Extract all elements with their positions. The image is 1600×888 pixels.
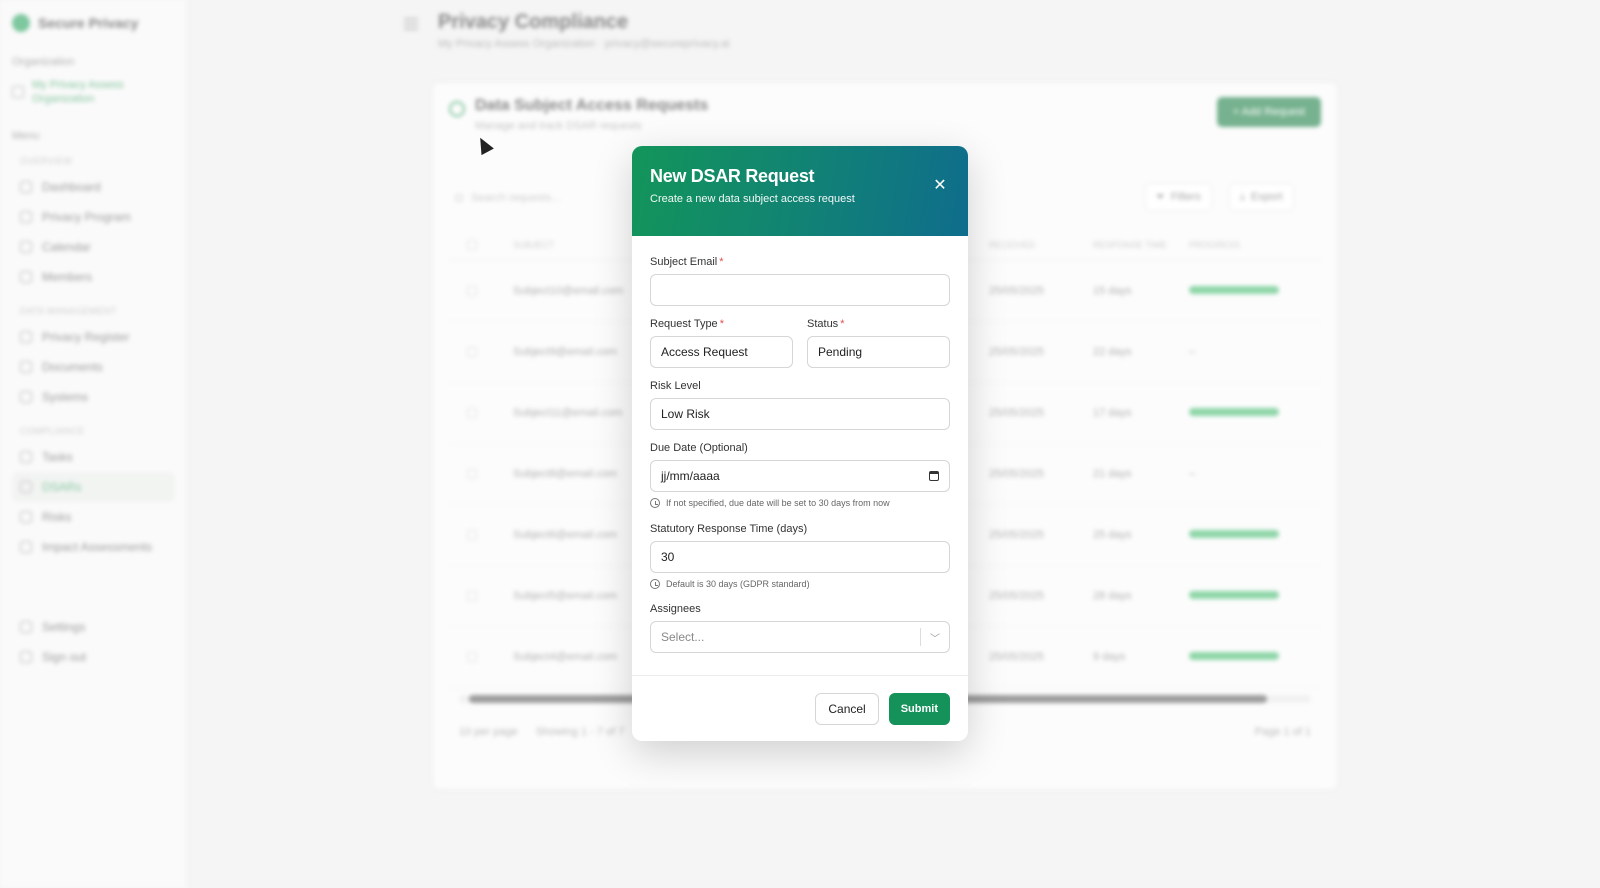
calendar-icon[interactable]: [929, 471, 939, 481]
assignees-select[interactable]: Select... ﹀: [650, 621, 950, 653]
modal-header: New DSAR Request Create a new data subje…: [632, 146, 968, 236]
cancel-button[interactable]: Cancel: [815, 692, 879, 725]
modal-title: New DSAR Request: [650, 166, 815, 186]
subject-email-field[interactable]: [650, 274, 950, 306]
due-date-hint: If not specified, due date will be set t…: [650, 498, 950, 508]
clock-icon: [650, 579, 660, 589]
response-time-group: Statutory Response Time (days) Default i…: [650, 523, 950, 589]
due-date-field[interactable]: jj/mm/aaaa: [650, 460, 950, 492]
status-select[interactable]: Pending: [807, 336, 950, 368]
assignees-group: Assignees Select... ﹀: [650, 603, 950, 653]
due-date-group: Due Date (Optional) jj/mm/aaaa If not sp…: [650, 442, 950, 508]
request-type-select[interactable]: Access Request: [650, 336, 793, 368]
due-date-placeholder: jj/mm/aaaa: [661, 469, 720, 483]
request-type-label: Request Type *: [650, 318, 724, 330]
risk-level-select[interactable]: Low Risk: [650, 398, 950, 430]
modal-subtitle: Create a new data subject access request: [650, 193, 855, 205]
risk-level-label: Risk Level: [650, 380, 701, 392]
assignees-label: Assignees: [650, 603, 701, 615]
clock-icon: [650, 498, 660, 508]
request-type-group: Request Type * Access Request: [650, 318, 793, 368]
response-time-hint: Default is 30 days (GDPR standard): [650, 579, 950, 589]
response-time-label: Statutory Response Time (days): [650, 523, 808, 535]
chevron-down-icon[interactable]: ﹀: [921, 622, 949, 652]
status-label: Status *: [807, 318, 845, 330]
subject-email-label: Subject Email *: [650, 256, 724, 268]
new-dsar-modal: New DSAR Request Create a new data subje…: [632, 146, 968, 741]
subject-email-group: Subject Email *: [650, 256, 950, 306]
modal-footer: Cancel Submit: [632, 676, 968, 741]
risk-level-group: Risk Level Low Risk: [650, 380, 950, 430]
modal-form: Subject Email * Request Type * Access Requ…: [632, 236, 968, 676]
due-date-label: Due Date (Optional): [650, 442, 748, 454]
assignees-placeholder: Select...: [661, 630, 705, 644]
submit-button[interactable]: Submit: [888, 692, 950, 725]
close-icon[interactable]: ✕: [930, 176, 950, 196]
response-time-field[interactable]: [650, 541, 950, 573]
status-group: Status * Pending: [807, 318, 950, 368]
